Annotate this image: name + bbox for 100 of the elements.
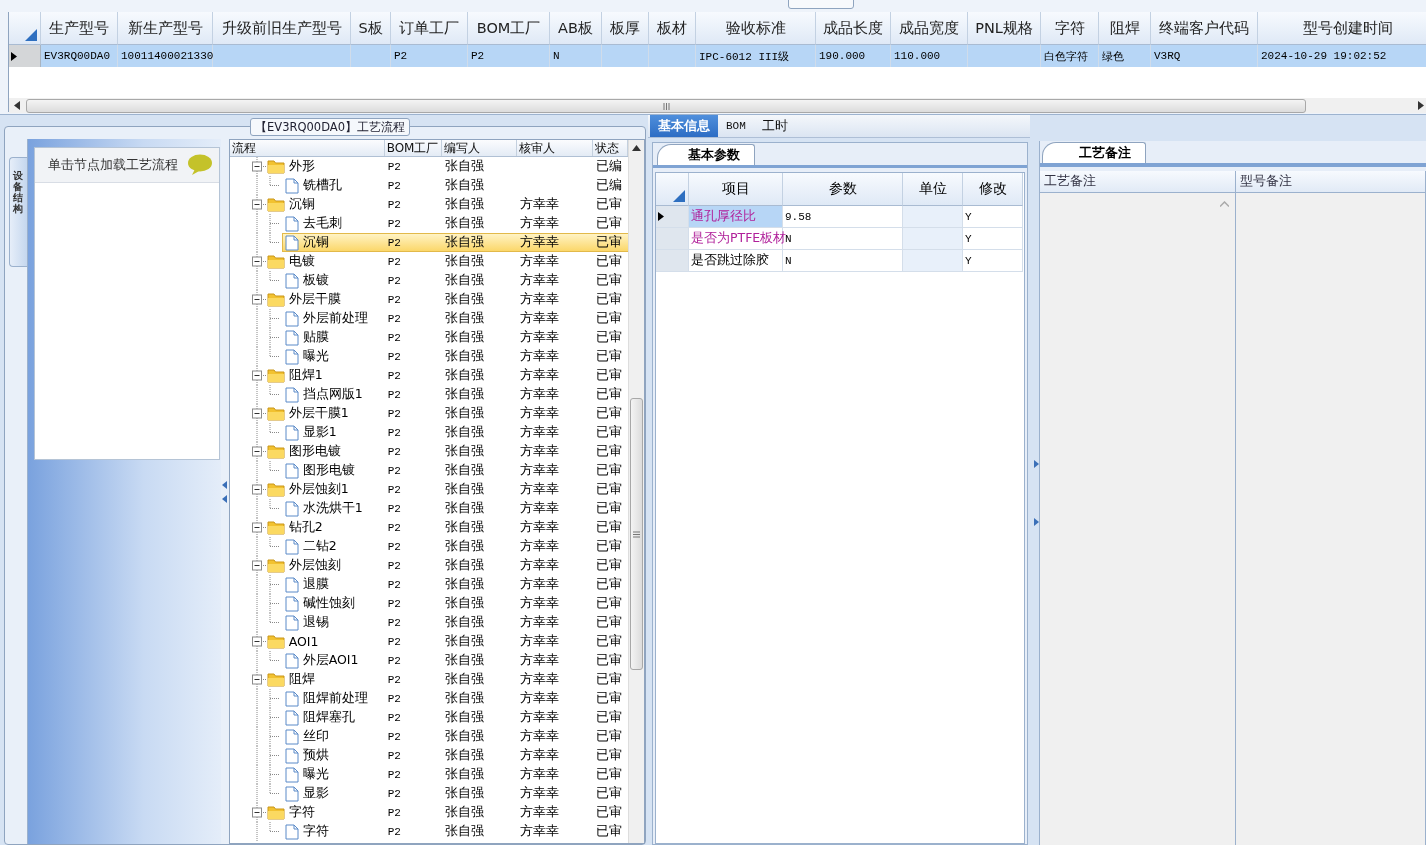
- tree-row[interactable]: 显影1 P2 张自强 方幸幸 已审: [281, 423, 628, 442]
- tree-row[interactable]: AOI1 P2 张自强 方幸幸 已审: [265, 632, 628, 651]
- collapse-icon[interactable]: [251, 484, 262, 495]
- tree-row[interactable]: 退膜 P2 张自强 方幸幸 已审: [281, 575, 628, 594]
- sub-tab[interactable]: 基本参数: [657, 144, 755, 165]
- column-header[interactable]: BOM工厂: [468, 12, 550, 45]
- tree-row[interactable]: 沉铜 P2 张自强 方幸幸 已审: [281, 233, 628, 252]
- tree-row[interactable]: 水洗烘干1 P2 张自强 方幸幸 已审: [281, 499, 628, 518]
- tree-row[interactable]: 外层蚀刻 P2 张自强 方幸幸 已审: [265, 556, 628, 575]
- tree-row[interactable]: 图形电镀 P2 张自强 方幸幸 已审: [281, 461, 628, 480]
- column-header[interactable]: PNL规格: [968, 12, 1041, 45]
- column-header[interactable]: 编写人: [441, 140, 517, 156]
- column-header[interactable]: AB板: [550, 12, 602, 45]
- scroll-up-icon[interactable]: [631, 145, 641, 151]
- collapse-icon[interactable]: [251, 256, 262, 267]
- column-header[interactable]: 成品长度: [816, 12, 891, 45]
- table-cell: Y: [963, 228, 1023, 250]
- tree-row[interactable]: 外层干膜1 P2 张自强 方幸幸 已审: [265, 404, 628, 423]
- scroll-left-icon[interactable]: [14, 101, 20, 110]
- column-header[interactable]: 修改: [963, 173, 1023, 206]
- column-header[interactable]: BOM工厂: [384, 140, 442, 156]
- tree-row[interactable]: 曝光 P2 张自强 方幸幸 已审: [281, 765, 628, 784]
- tree-row[interactable]: 去毛刺 P2 张自强 方幸幸 已审: [281, 214, 628, 233]
- collapse-arrow-icon[interactable]: [1034, 460, 1039, 468]
- column-header[interactable]: 参数: [783, 173, 903, 206]
- tree-row[interactable]: 外层蚀刻1 P2 张自强 方幸幸 已审: [265, 480, 628, 499]
- collapse-icon[interactable]: [251, 560, 262, 571]
- tree-row[interactable]: 阻焊1 P2 张自强 方幸幸 已审: [265, 366, 628, 385]
- tree-row[interactable]: 字符 P2 张自强 方幸幸 已审: [281, 822, 628, 841]
- column-header[interactable]: 升级前旧生产型号: [213, 12, 351, 45]
- collapse-arrow-icon[interactable]: [1034, 518, 1039, 526]
- column-header[interactable]: 单位: [903, 173, 963, 206]
- scroll-thumb[interactable]: [629, 398, 643, 670]
- tree-row[interactable]: 预烘 P2 张自强 方幸幸 已审: [281, 746, 628, 765]
- tree-row[interactable]: 碱性蚀刻 P2 张自强 方幸幸 已审: [281, 594, 628, 613]
- collapse-icon[interactable]: [251, 294, 262, 305]
- tab[interactable]: BOM: [718, 115, 754, 137]
- tab[interactable]: 工时: [753, 115, 796, 137]
- tree-row[interactable]: 阻焊前处理 P2 张自强 方幸幸 已审: [281, 689, 628, 708]
- row-header[interactable]: [656, 206, 689, 228]
- column-header[interactable]: 终端客户代码: [1151, 12, 1258, 45]
- tree-row[interactable]: 阻焊 P2 张自强 方幸幸 已审: [265, 670, 628, 689]
- collapse-icon[interactable]: [251, 636, 262, 647]
- collapse-icon[interactable]: [251, 408, 262, 419]
- tree-row[interactable]: 退锡 P2 张自强 方幸幸 已审: [281, 613, 628, 632]
- tree-row[interactable]: 图形电镀 P2 张自强 方幸幸 已审: [265, 442, 628, 461]
- tree-row[interactable]: 显影 P2 张自强 方幸幸 已审: [281, 784, 628, 803]
- tree-row[interactable]: 阻焊塞孔 P2 张自强 方幸幸 已审: [281, 708, 628, 727]
- tree-row[interactable]: 挡点网版1 P2 张自强 方幸幸 已审: [281, 385, 628, 404]
- column-header[interactable]: 阻焊: [1099, 12, 1151, 45]
- tree-row[interactable]: 外形 P2 张自强 已编: [265, 157, 628, 176]
- tree-row[interactable]: 铣槽孔 P2 张自强 已编: [281, 176, 628, 195]
- column-header[interactable]: 板材: [649, 12, 696, 45]
- collapse-icon[interactable]: [251, 807, 262, 818]
- tree-row[interactable]: 板镀 P2 张自强 方幸幸 已审: [281, 271, 628, 290]
- column-header[interactable]: 流程: [229, 140, 385, 156]
- column-header[interactable]: 状态: [592, 140, 628, 156]
- tree-row[interactable]: 钻孔2 P2 张自强 方幸幸 已审: [265, 518, 628, 537]
- tree-row[interactable]: 字符 P2 张自强 方幸幸 已审: [265, 803, 628, 822]
- table-row[interactable]: EV3RQ00DA0 10011400021330 P2 P2 N IPC-6012 III级 190.000 110.000 白色字符 绿色 V3RQ 2024-10-29 19:02:52: [9, 45, 1426, 67]
- tree-row[interactable]: 丝印 P2 张自强 方幸幸 已审: [281, 727, 628, 746]
- tab[interactable]: 基本信息: [650, 115, 718, 137]
- column-header[interactable]: S板: [351, 12, 391, 45]
- node-label: 二钻2: [302, 538, 337, 555]
- tree-row[interactable]: 曝光 P2 张自强 方幸幸 已审: [281, 347, 628, 366]
- tree-row[interactable]: 电镀 P2 张自强 方幸幸 已审: [265, 252, 628, 271]
- column-header[interactable]: 字符: [1041, 12, 1099, 45]
- node-label: 板镀: [302, 272, 329, 289]
- column-header[interactable]: 新生产型号: [118, 12, 213, 45]
- collapse-icon[interactable]: [251, 674, 262, 685]
- scroll-right-icon[interactable]: [1418, 101, 1424, 110]
- select-all-corner[interactable]: [656, 173, 689, 206]
- side-tab[interactable]: 设备结构: [9, 157, 27, 267]
- column-header[interactable]: 验收标准: [696, 12, 816, 45]
- column-header[interactable]: 核审人: [516, 140, 593, 156]
- collapse-icon[interactable]: [251, 370, 262, 381]
- select-all-corner[interactable]: [9, 12, 41, 45]
- tree-row[interactable]: 外层前处理 P2 张自强 方幸幸 已审: [281, 309, 628, 328]
- collapse-icon[interactable]: [251, 446, 262, 457]
- column-header[interactable]: 板厚: [602, 12, 649, 45]
- tree-row[interactable]: 外层干膜 P2 张自强 方幸幸 已审: [265, 290, 628, 309]
- tree-row[interactable]: 二钻2 P2 张自强 方幸幸 已审: [281, 537, 628, 556]
- column-header[interactable]: 订单工厂: [391, 12, 468, 45]
- column-header[interactable]: 生产型号: [41, 12, 118, 45]
- collapse-icon[interactable]: [251, 522, 262, 533]
- node-label: 外层蚀刻: [288, 557, 341, 574]
- column-header[interactable]: 型号创建时间: [1258, 12, 1426, 45]
- tree-row[interactable]: 外层AOI1 P2 张自强 方幸幸 已审: [281, 651, 628, 670]
- column-header[interactable]: 项目: [689, 173, 783, 206]
- vertical-scrollbar[interactable]: [627, 140, 644, 843]
- collapse-icon[interactable]: [251, 161, 262, 172]
- scroll-thumb[interactable]: [26, 99, 1306, 113]
- horizontal-scrollbar[interactable]: [9, 98, 1426, 113]
- column-header[interactable]: 成品宽度: [891, 12, 968, 45]
- collapse-icon[interactable]: [251, 199, 262, 210]
- document-icon: [284, 709, 299, 726]
- folder-icon: [266, 406, 285, 421]
- tree-row[interactable]: 贴膜 P2 张自强 方幸幸 已审: [281, 328, 628, 347]
- sub-tab[interactable]: 工艺备注: [1042, 142, 1146, 163]
- tree-row[interactable]: 沉铜 P2 张自强 方幸幸 已审: [265, 195, 628, 214]
